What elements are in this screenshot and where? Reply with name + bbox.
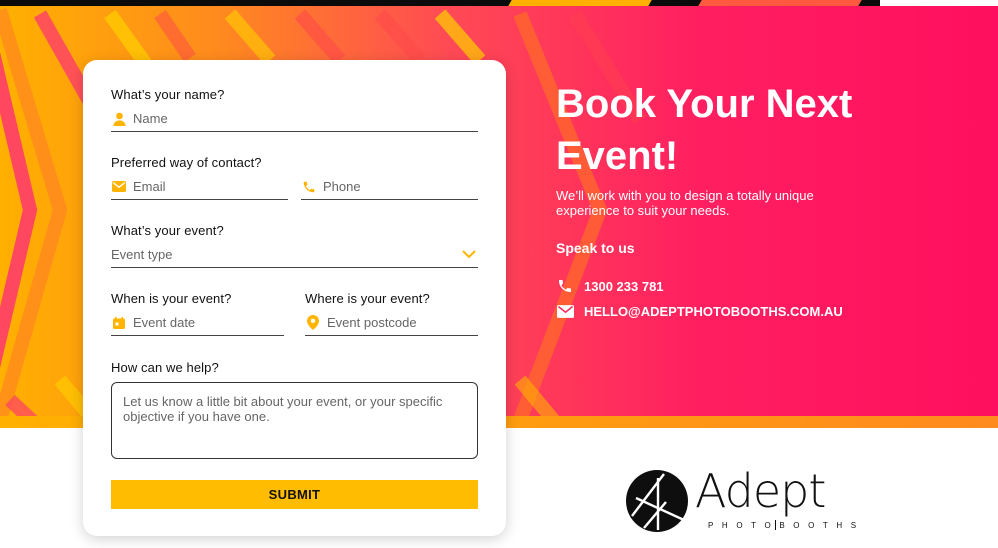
email-placeholder: Email [133,179,166,194]
name-input[interactable]: Name [111,106,478,132]
help-label: How can we help? [111,360,219,375]
event-date-field[interactable]: Event date [111,310,284,336]
email-icon [556,303,574,319]
event-date-placeholder: Event date [133,315,196,330]
location-pin-icon [305,315,321,331]
event-label: What’s your event? [111,223,224,238]
email-contact-link[interactable]: HELLO@ADEPTPHOTOBOOTHS.COM.AU [556,303,843,319]
name-placeholder: Name [133,111,168,126]
envelope-icon [111,179,127,195]
logo-sub-left: PHOTO [708,521,780,530]
postcode-placeholder: Event postcode [327,315,417,330]
booking-form-card: What’s your name? Name Preferred way of … [83,60,506,536]
logo-mark-icon [626,470,688,532]
phone-number: 1300 233 781 [584,278,664,294]
phone-contact-link[interactable]: 1300 233 781 [556,278,664,294]
email-field[interactable]: Email [111,174,288,200]
phone-icon [301,179,317,195]
logo-sub-right: BOOTHS [779,521,865,530]
where-label: Where is your event? [305,291,430,306]
chevron-down-icon [462,246,476,264]
page-title: Book Your Next Event! [556,82,853,178]
phone-field[interactable]: Phone [301,174,478,200]
postcode-field[interactable]: Event postcode [305,310,478,336]
adept-logo: Adept PHOTOBOOTHS [622,464,892,536]
event-type-select[interactable]: Event type [111,242,478,268]
email-address: HELLO@ADEPTPHOTOBOOTHS.COM.AU [584,303,843,319]
phone-placeholder: Phone [323,179,361,194]
help-textarea[interactable]: Let us know a little bit about your even… [111,382,478,459]
logo-wordmark: Adept [695,464,826,518]
when-label: When is your event? [111,291,232,306]
speak-to-us-label: Speak to us [556,240,635,256]
name-label: What’s your name? [111,87,225,102]
calendar-icon [111,315,127,331]
contact-label: Preferred way of contact? [111,155,262,170]
top-strip [0,0,998,6]
logo-subtitle: PHOTOBOOTHS [708,520,865,530]
phone-icon [556,278,574,294]
user-icon [111,111,127,127]
hero-subtext: We’ll work with you to design a totally … [556,188,814,218]
event-type-placeholder: Event type [111,247,173,262]
submit-button[interactable]: SUBMIT [111,480,478,509]
